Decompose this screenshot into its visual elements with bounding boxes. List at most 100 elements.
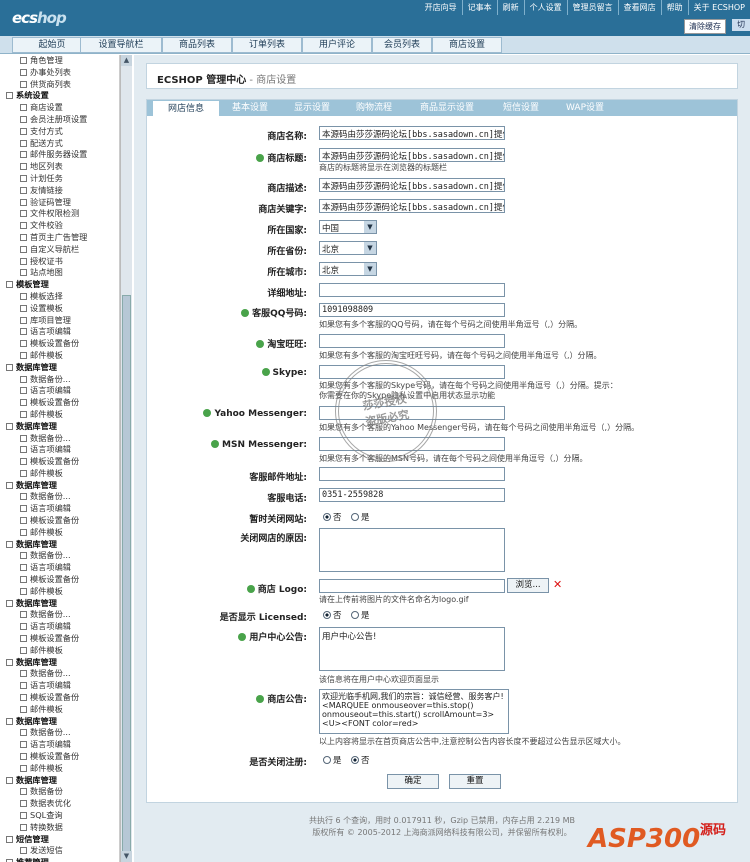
sidebar-group[interactable]: 数据库管理 <box>0 480 119 492</box>
sidebar-group[interactable]: 数据库管理 <box>0 716 119 728</box>
tab-display[interactable]: 显示设置 <box>281 100 343 116</box>
sidebar-item[interactable]: 语言项编辑 <box>0 680 119 692</box>
sidebar-item[interactable]: 友情链接 <box>0 185 119 197</box>
sidebar-item[interactable]: 自定义导航栏 <box>0 244 119 256</box>
city-select[interactable]: 北京 ▼ <box>319 262 377 276</box>
scroll-down-icon[interactable]: ▼ <box>121 851 132 862</box>
help-icon[interactable] <box>256 340 265 348</box>
sidebar-group[interactable]: 数据库管理 <box>0 657 119 669</box>
link-wizard[interactable]: 开店向导 <box>420 0 462 15</box>
help-icon[interactable] <box>203 409 212 417</box>
sidebar-item[interactable]: SQL查询 <box>0 810 119 822</box>
user-notice-textarea[interactable]: 用户中心公告! <box>319 627 505 671</box>
tab-sms[interactable]: 短信设置 <box>489 100 553 116</box>
sidebar-group[interactable]: 模板管理 <box>0 279 119 291</box>
help-icon[interactable] <box>256 695 265 703</box>
sidebar-group[interactable]: 数据库管理 <box>0 539 119 551</box>
sidebar-group[interactable]: 数据库管理 <box>0 775 119 787</box>
shop-closed-yes[interactable]: 是 <box>351 511 370 523</box>
sidebar-item[interactable]: 语言项编辑 <box>0 562 119 574</box>
sidebar-item[interactable]: 设置模板 <box>0 303 119 315</box>
shop-desc-input[interactable]: 本源码由莎莎源码论坛[bbs.sasadown.cn]提供 <box>319 178 505 192</box>
tel-input[interactable]: 0351-2559828 <box>319 488 505 502</box>
sidebar-item[interactable]: 会员注册项设置 <box>0 114 119 126</box>
tab-goods-display[interactable]: 商品显示设置 <box>405 100 489 116</box>
sidebar-item[interactable]: 发送短信 <box>0 845 119 857</box>
sidebar-scrollbar[interactable]: ▲ ▼ <box>120 55 132 862</box>
shop-keywords-input[interactable]: 本源码由莎莎源码论坛[bbs.sasadown.cn]提供 <box>319 199 505 213</box>
language-switch[interactable]: 切 <box>732 19 750 31</box>
sidebar-item[interactable]: 邮件模板 <box>0 704 119 716</box>
reset-button[interactable]: 重置 <box>449 774 501 789</box>
shop-title-input[interactable]: 本源码由莎莎源码论坛[bbs.sasadown.cn]提供 <box>319 148 505 162</box>
sidebar-item[interactable]: 数据备份 <box>0 786 119 798</box>
sidebar-item[interactable]: 邮件模板 <box>0 586 119 598</box>
sidebar-item[interactable]: 文件校验 <box>0 220 119 232</box>
sidebar-item[interactable]: 模板设置备份 <box>0 338 119 350</box>
help-icon[interactable] <box>211 440 220 448</box>
wangwang-input[interactable] <box>319 334 505 348</box>
nav-tab-members[interactable]: 会员列表 <box>372 37 432 53</box>
tab-basic[interactable]: 基本设置 <box>219 100 281 116</box>
sidebar-item[interactable]: 数据备份... <box>0 433 119 445</box>
close-register-yes[interactable]: 是 <box>323 754 342 766</box>
sidebar-group[interactable]: 系统设置 <box>0 90 119 102</box>
help-icon[interactable] <box>256 154 265 162</box>
email-input[interactable] <box>319 467 505 481</box>
sidebar-item[interactable]: 邮件模板 <box>0 468 119 480</box>
sidebar-group[interactable]: 短信管理 <box>0 834 119 846</box>
link-view-shop[interactable]: 查看网店 <box>617 0 661 15</box>
sidebar-item[interactable]: 数据表优化 <box>0 798 119 810</box>
browse-button[interactable]: 浏览... <box>507 578 549 593</box>
sidebar-item[interactable]: 验证码管理 <box>0 197 119 209</box>
sidebar-item[interactable]: 数据备份... <box>0 668 119 680</box>
sidebar-item[interactable]: 模板设置备份 <box>0 692 119 704</box>
help-icon[interactable] <box>246 585 255 593</box>
sidebar-item[interactable]: 数据备份... <box>0 374 119 386</box>
sidebar-item[interactable]: 模板设置备份 <box>0 456 119 468</box>
link-profile[interactable]: 个人设置 <box>523 0 567 15</box>
sidebar-item[interactable]: 邮件模板 <box>0 645 119 657</box>
sidebar-item[interactable]: 站点地图 <box>0 267 119 279</box>
link-help[interactable]: 帮助 <box>660 0 688 15</box>
sidebar-item[interactable]: 转换数据 <box>0 822 119 834</box>
shop-name-input[interactable]: 本源码由莎莎源码论坛[bbs.sasadown.cn]提供 <box>319 126 505 140</box>
sidebar-item[interactable]: 语言项编辑 <box>0 326 119 338</box>
link-notepad[interactable]: 记事本 <box>461 0 497 15</box>
sidebar-item[interactable]: 邮件模板 <box>0 409 119 421</box>
help-icon[interactable] <box>261 368 270 376</box>
sidebar-item[interactable]: 首页主广告管理 <box>0 232 119 244</box>
sidebar-item[interactable]: 语言项编辑 <box>0 385 119 397</box>
province-select[interactable]: 北京 ▼ <box>319 241 377 255</box>
link-about[interactable]: 关于 ECSHOP <box>687 0 750 15</box>
sidebar-item[interactable]: 模板设置备份 <box>0 397 119 409</box>
sidebar-item[interactable]: 邮件模板 <box>0 527 119 539</box>
tab-shopping-flow[interactable]: 购物流程 <box>343 100 405 116</box>
licensed-no[interactable]: 否 <box>323 609 342 621</box>
country-select[interactable]: 中国 ▼ <box>319 220 377 234</box>
sidebar-item[interactable]: 语言项编辑 <box>0 621 119 633</box>
sidebar-item[interactable]: 语言项编辑 <box>0 503 119 515</box>
sidebar-item[interactable]: 模板设置备份 <box>0 751 119 763</box>
nav-tab-comments[interactable]: 用户评论 <box>302 37 372 53</box>
sidebar-item[interactable]: 数据备份... <box>0 609 119 621</box>
scroll-up-icon[interactable]: ▲ <box>121 55 132 66</box>
link-admin-message[interactable]: 管理员留言 <box>566 0 618 15</box>
nav-tab-nav-settings[interactable]: 设置导航栏 <box>80 37 162 53</box>
sidebar-item[interactable]: 模板选择 <box>0 291 119 303</box>
sidebar-item[interactable]: 支付方式 <box>0 126 119 138</box>
nav-tab-shop-settings[interactable]: 商店设置 <box>432 37 502 53</box>
sidebar-group[interactable]: 数据库管理 <box>0 421 119 433</box>
sidebar-item[interactable]: 文件权限检测 <box>0 208 119 220</box>
qq-input[interactable]: 1091098809 <box>319 303 505 317</box>
sidebar-item[interactable]: 邮件模板 <box>0 350 119 362</box>
sidebar-item[interactable]: 供货商列表 <box>0 79 119 91</box>
sidebar-item[interactable]: 角色管理 <box>0 55 119 67</box>
tab-shop-info[interactable]: 网店信息 <box>153 101 219 117</box>
close-register-no[interactable]: 否 <box>351 754 370 766</box>
sidebar-item[interactable]: 模板设置备份 <box>0 633 119 645</box>
link-refresh[interactable]: 刷新 <box>496 0 524 15</box>
sidebar-item[interactable]: 模板设置备份 <box>0 574 119 586</box>
sidebar-item[interactable]: 语言项编辑 <box>0 739 119 751</box>
sidebar-item[interactable]: 数据备份... <box>0 550 119 562</box>
